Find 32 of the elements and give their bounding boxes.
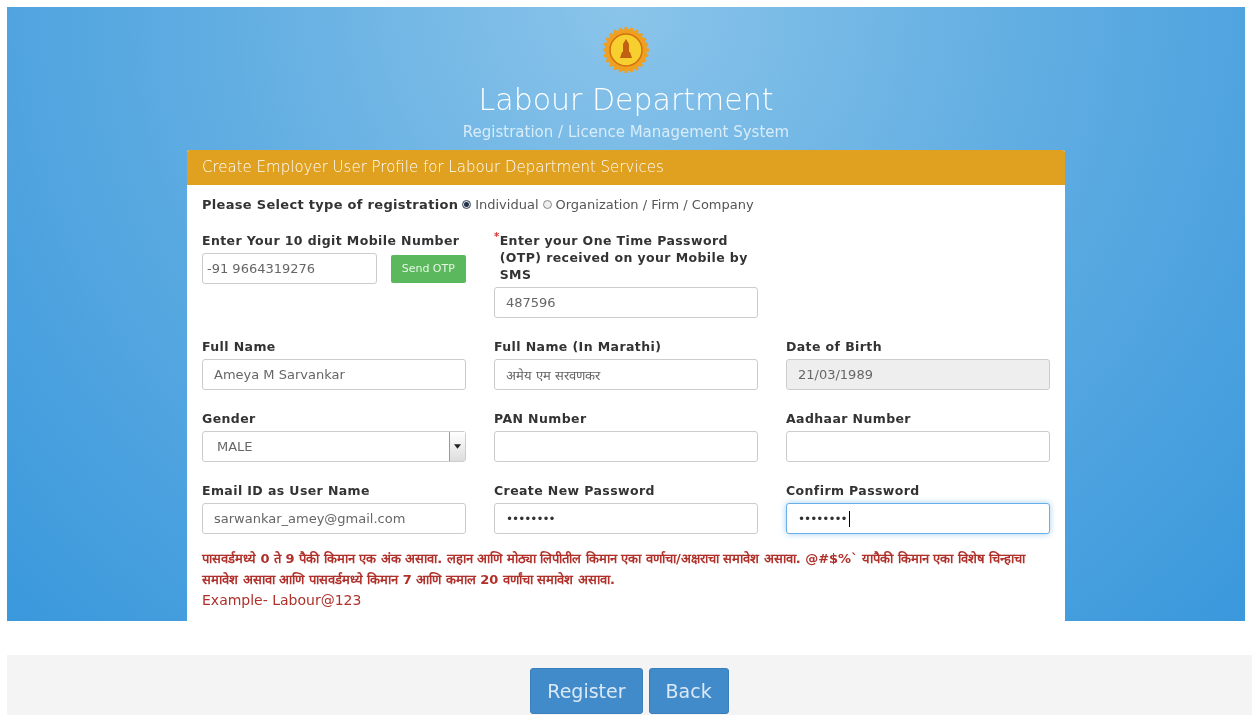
input-field[interactable]: अमेय एम सरवणकर	[494, 359, 758, 390]
field-label: Confirm Password	[786, 482, 921, 499]
field-label: Aadhaar Number	[786, 410, 912, 427]
input-field[interactable]	[494, 431, 758, 462]
emblem-icon	[602, 26, 650, 74]
field-label: Date of Birth	[786, 338, 884, 355]
caret-icon	[454, 444, 461, 449]
field-label: Gender	[202, 410, 257, 427]
field-label: Create New Password	[494, 482, 656, 499]
input-field[interactable]	[786, 431, 1050, 462]
gender-dropdown[interactable]: MALE	[202, 431, 466, 462]
mobile-field[interactable]: -91 9664319276	[202, 253, 377, 284]
field-label: Email ID as User Name	[202, 482, 371, 499]
input-field[interactable]: Ameya M Sarvankar	[202, 359, 466, 390]
field-label: *Enter your One Time Password (OTP) received on your Mobile by SMS	[494, 232, 749, 283]
password-example: Example- Labour@123	[202, 591, 363, 610]
field-label: Enter Your 10 digit Mobile Number	[202, 232, 461, 249]
registration-option[interactable]: Individual	[462, 197, 539, 212]
input-field[interactable]: 487596	[494, 287, 758, 318]
required-mark: *	[494, 232, 500, 242]
input-field[interactable]: sarwankar_amey@gmail.com	[202, 503, 466, 534]
password-rules-text: पासवर्डमध्ये 0 ते 9 पैकी किमान एक अंक असावा. लहान आणि मोठ्या लिपीतील किमान एका वर्णाचा/अक्षराचा समावेश असावा. @#$%` यापैकी किमान एका विशेष चिन्हाचा समावेश असावा आणि पासवर्डमध्ये किमान 7 आणि कमाल 20 वर्णांचा समावेश असावा.	[202, 550, 1027, 589]
registration-option[interactable]: Organization / Firm / Company	[542, 197, 754, 212]
field-label: PAN Number	[494, 410, 588, 427]
field-label: Full Name	[202, 338, 277, 355]
field-label: Full Name (In Marathi)	[494, 338, 663, 355]
password-field[interactable]: ••••••••	[494, 503, 758, 534]
card-header: Create Employer User Profile for Labour Department Services	[187, 150, 1065, 185]
password-field[interactable]: ••••••••	[786, 503, 1050, 534]
page-subtitle: Registration / Licence Management System	[462, 122, 790, 142]
page-title: Labour Department	[478, 81, 774, 119]
registration-type-label: Please Select type of registration	[202, 197, 459, 212]
